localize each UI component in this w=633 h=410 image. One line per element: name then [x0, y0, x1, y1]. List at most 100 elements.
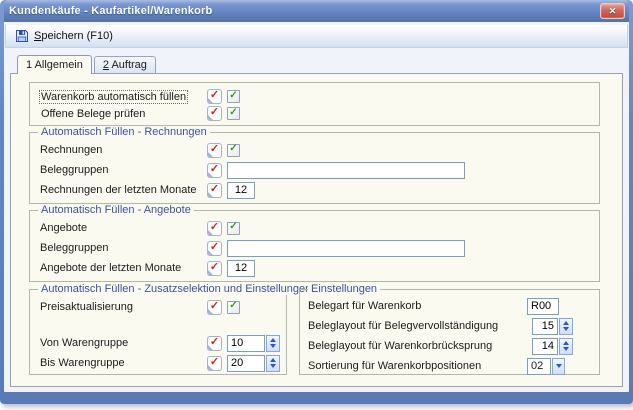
row-rechnungen: Rechnungen ✓ ✓ — [40, 141, 599, 159]
group-einstellungen: Einstellungen Belegart für Warenkorb Bel… — [299, 289, 600, 375]
angebote-checkbox[interactable]: ✓ — [227, 222, 240, 235]
tabstrip: 1 Allgemein 2 Auftrag — [17, 55, 629, 73]
save-button[interactable]: Speichern (F10) — [10, 27, 118, 45]
green-check-icon: ✓ — [229, 301, 237, 311]
field-label: Beleggruppen — [40, 242, 207, 254]
red-check-icon: ✓ — [210, 144, 219, 155]
close-icon: ✕ — [609, 7, 617, 16]
field-label: Rechnungen der letzten Monate — [40, 184, 207, 196]
modified-flag-button[interactable]: ✓ — [207, 336, 222, 351]
control — [532, 318, 573, 335]
sortierung-dropdown[interactable]: 02 — [527, 358, 565, 375]
modified-flag-button[interactable]: ✓ — [207, 143, 222, 158]
row-von-warengruppe: Von Warengruppe ✓ — [40, 334, 286, 352]
red-check-icon: ✓ — [210, 262, 219, 273]
spin-up-icon — [563, 321, 569, 325]
titlebar[interactable]: Kundenkäufe - Kaufartikel/Warenkorb ✕ — [4, 0, 629, 22]
modified-flag-button[interactable]: ✓ — [207, 183, 222, 198]
red-check-icon: ✓ — [210, 222, 219, 233]
red-check-icon: ✓ — [210, 184, 219, 195]
row-angebote-beleggruppen: Beleggruppen ✓ — [40, 239, 599, 257]
offene-belege-pruefen-checkbox[interactable]: ✓ — [227, 107, 240, 120]
spin-down-icon — [563, 347, 569, 351]
modified-flag-button[interactable]: ✓ — [207, 221, 222, 236]
rechnungen-checkbox[interactable]: ✓ — [227, 144, 240, 157]
field-label: Angebote — [40, 222, 207, 234]
von-warengruppe-input[interactable] — [227, 335, 265, 352]
von-warengruppe-spinbox — [222, 335, 280, 352]
spin-down-icon — [563, 327, 569, 331]
row-beleglayout-ruecksprung: Beleglayout für Warenkorbrücksprung — [308, 337, 573, 355]
field-label: Bis Warengruppe — [40, 357, 207, 369]
field-label: Angebote der letzten Monate — [40, 262, 207, 274]
bis-warengruppe-spinbox — [222, 355, 280, 372]
von-warengruppe-spinner[interactable] — [266, 335, 280, 352]
modified-flag-button[interactable]: ✓ — [207, 106, 222, 121]
group-general: Warenkorb automatisch füllen ✓ ✓ Offene … — [29, 82, 600, 126]
beleglayout-ruecksprung-input[interactable] — [532, 338, 558, 355]
group-angebote: Automatisch Füllen - Angebote Angebote ✓… — [29, 210, 600, 282]
field-label: Rechnungen — [40, 144, 207, 156]
red-check-icon: ✓ — [210, 242, 219, 253]
dropdown-button[interactable] — [552, 358, 565, 375]
row-beleglayout-vervollstaendigung: Beleglayout für Belegvervollständigung — [308, 317, 573, 335]
beleglayout-vervollstaendigung-input[interactable] — [532, 318, 558, 335]
beleglayout-vervollstaendigung-spinner[interactable] — [559, 318, 573, 335]
angebote-beleggruppen-input[interactable] — [227, 240, 465, 257]
dialog-client-area: Speichern (F10) 1 Allgemein 2 Auftrag Wa… — [4, 22, 629, 392]
beleglayout-ruecksprung-spinner[interactable] — [559, 338, 573, 355]
spin-up-icon — [563, 341, 569, 345]
green-check-icon: ✓ — [229, 144, 237, 154]
group-title: Automatisch Füllen - Zusatzselektion und… — [38, 283, 314, 295]
row-warenkorb-automatisch-fuellen: Warenkorb automatisch füllen ✓ ✓ — [40, 89, 599, 104]
field-label: Beleglayout für Belegvervollständigung — [308, 320, 498, 332]
red-check-icon: ✓ — [210, 357, 219, 368]
red-check-icon: ✓ — [210, 90, 219, 101]
group-title: Einstellungen — [308, 283, 380, 295]
tab-allgemein[interactable]: 1 Allgemein — [17, 55, 92, 74]
belegart-warenkorb-input[interactable] — [527, 298, 559, 315]
modified-flag-button[interactable]: ✓ — [207, 261, 222, 276]
field-label: Warenkorb automatisch füllen — [40, 91, 207, 103]
tab-auftrag[interactable]: 2 Auftrag — [94, 56, 156, 73]
row-rechnungen-beleggruppen: Beleggruppen ✓ — [40, 161, 599, 179]
tab-auftrag-label: 2 Auftrag — [103, 59, 147, 71]
window-title: Kundenkäufe - Kaufartikel/Warenkorb — [9, 5, 212, 17]
modified-flag-button[interactable]: ✓ — [207, 163, 222, 178]
modified-flag-button[interactable]: ✓ — [207, 356, 222, 371]
green-check-icon: ✓ — [229, 222, 237, 232]
modified-flag-button[interactable]: ✓ — [207, 89, 222, 104]
bis-warengruppe-input[interactable] — [227, 355, 265, 372]
red-check-icon: ✓ — [210, 337, 219, 348]
row-sortierung-warenkorbpositionen: Sortierung für Warenkorbpositionen 02 — [308, 357, 573, 375]
field-label: Belegart für Warenkorb — [308, 300, 421, 312]
red-check-icon: ✓ — [210, 301, 219, 312]
preisaktualisierung-checkbox[interactable]: ✓ — [227, 301, 240, 314]
row-belegart-warenkorb: Belegart für Warenkorb — [308, 297, 573, 315]
group-rechnungen: Automatisch Füllen - Rechnungen Rechnung… — [29, 132, 600, 204]
red-check-icon: ✓ — [210, 107, 219, 118]
chevron-down-icon — [556, 364, 562, 368]
row-angebote: Angebote ✓ ✓ — [40, 219, 599, 237]
group-title: Automatisch Füllen - Angebote — [38, 204, 194, 216]
bis-warengruppe-spinner[interactable] — [266, 355, 280, 372]
tab-panel-allgemein: Warenkorb automatisch füllen ✓ ✓ Offene … — [10, 73, 623, 387]
field-label: Beleglayout für Warenkorbrücksprung — [308, 340, 492, 352]
spin-up-icon — [270, 338, 276, 342]
tab-allgemein-label: 1 Allgemein — [26, 59, 83, 71]
angebote-monate-input[interactable] — [227, 260, 255, 277]
modified-flag-button[interactable]: ✓ — [207, 241, 222, 256]
modified-flag-button[interactable]: ✓ — [207, 300, 222, 315]
rechnungen-monate-input[interactable] — [227, 182, 255, 199]
row-rechnungen-monate: Rechnungen der letzten Monate ✓ — [40, 181, 599, 199]
rechnungen-beleggruppen-input[interactable] — [227, 162, 465, 179]
spin-up-icon — [270, 358, 276, 362]
field-label: Offene Belege prüfen — [40, 108, 207, 120]
warenkorb-automatisch-fuellen-checkbox[interactable]: ✓ — [227, 90, 240, 103]
red-check-icon: ✓ — [210, 164, 219, 175]
group-zusatzselektion: Automatisch Füllen - Zusatzselektion und… — [29, 289, 287, 375]
close-button[interactable]: ✕ — [600, 3, 625, 19]
sortierung-selected-value: 02 — [527, 358, 551, 375]
field-label: Preisaktualisierung — [40, 301, 207, 313]
control — [527, 298, 559, 315]
